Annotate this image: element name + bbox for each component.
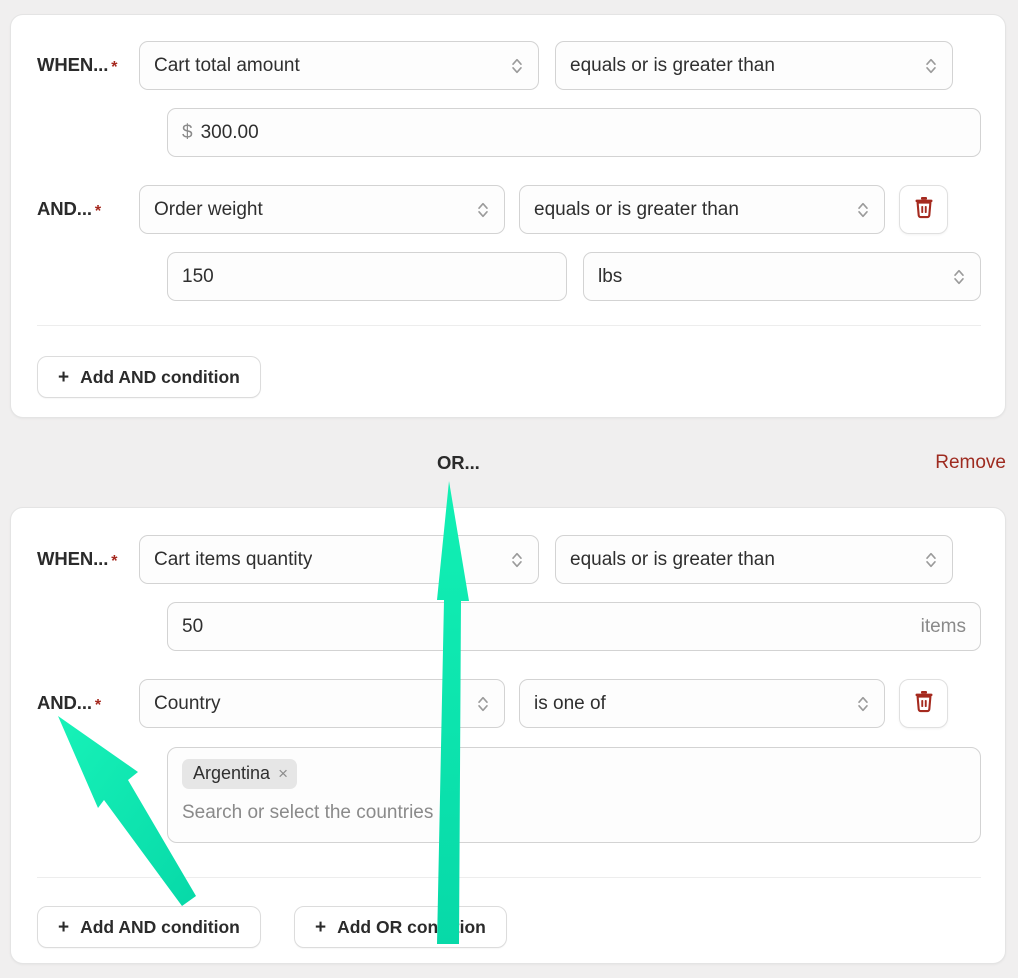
required-asterisk: *	[111, 553, 118, 570]
operator-select-1-when-value: equals or is greater than	[570, 54, 775, 76]
plus-icon: +	[315, 916, 327, 938]
add-and-condition-label-1: Add AND condition	[80, 366, 240, 387]
or-separator-row: OR... Remove	[0, 452, 1018, 482]
order-weight-value: 150	[182, 265, 214, 287]
when-row-2: WHEN... * Cart items quantity equals or i…	[11, 535, 1007, 584]
close-icon[interactable]: ×	[278, 765, 288, 782]
add-and-condition-button-1[interactable]: + Add AND condition	[37, 356, 261, 398]
required-asterisk: *	[94, 203, 102, 220]
operator-select-2-and[interactable]: is one of	[519, 679, 885, 728]
quantity-unit-suffix: items	[920, 615, 966, 637]
required-asterisk: *	[94, 697, 102, 714]
field-select-2-and-value: Country	[154, 692, 221, 714]
country-chip-label: Argentina	[193, 763, 271, 783]
remove-group-link[interactable]: Remove	[935, 452, 1006, 474]
weight-unit-value: lbs	[598, 265, 623, 287]
chevron-up-down-icon	[944, 266, 966, 288]
field-select-2-when-value: Cart items quantity	[154, 548, 313, 570]
field-select-1-and[interactable]: Order weight	[139, 185, 505, 234]
country-search-placeholder: Search or select the countries	[182, 802, 434, 823]
chevron-up-down-icon	[468, 693, 490, 715]
operator-select-2-and-value: is one of	[534, 692, 606, 714]
cart-items-quantity-input[interactable]: 50 items	[167, 602, 981, 651]
plus-icon: +	[58, 916, 70, 938]
when-label-2: WHEN... *	[37, 548, 118, 570]
add-and-condition-button-2[interactable]: + Add AND condition	[37, 906, 261, 948]
required-asterisk: *	[111, 59, 118, 76]
and-row-2: AND... * Country is one of	[11, 679, 1007, 728]
country-chip-argentina[interactable]: Argentina ×	[182, 759, 297, 789]
field-select-1-and-value: Order weight	[154, 198, 263, 220]
condition-builder-page: WHEN... * Cart total amount equals or is …	[0, 0, 1018, 978]
when-label-1: WHEN... *	[37, 54, 118, 76]
operator-select-1-and-value: equals or is greater than	[534, 198, 739, 220]
operator-select-2-when-value: equals or is greater than	[570, 548, 775, 570]
field-select-2-and[interactable]: Country	[139, 679, 505, 728]
chevron-up-down-icon	[468, 199, 490, 221]
field-select-1-when-value: Cart total amount	[154, 54, 300, 76]
condition-group-card-1: WHEN... * Cart total amount equals or is …	[10, 14, 1006, 418]
delete-condition-button-2[interactable]	[899, 679, 948, 728]
chevron-up-down-icon	[848, 199, 870, 221]
country-multiselect[interactable]: Argentina × Search or select the countri…	[167, 747, 981, 843]
or-label: OR...	[437, 452, 480, 473]
plus-icon: +	[58, 366, 70, 388]
add-or-condition-button[interactable]: + Add OR condition	[294, 906, 507, 948]
add-and-condition-label-2: Add AND condition	[80, 916, 240, 937]
card-2-divider	[37, 877, 981, 878]
chevron-up-down-icon	[502, 55, 524, 77]
field-select-1-when[interactable]: Cart total amount	[139, 41, 539, 90]
order-weight-input[interactable]: 150	[167, 252, 567, 301]
weight-unit-select[interactable]: lbs	[583, 252, 981, 301]
trash-icon	[913, 195, 935, 224]
field-select-2-when[interactable]: Cart items quantity	[139, 535, 539, 584]
cart-total-amount-input[interactable]: $ 300.00	[167, 108, 981, 157]
operator-select-1-when[interactable]: equals or is greater than	[555, 41, 953, 90]
trash-icon	[913, 689, 935, 718]
chevron-up-down-icon	[502, 549, 524, 571]
cart-items-quantity-value: 50	[182, 615, 204, 637]
and-row-1: AND... * Order weight equals or is greate…	[11, 185, 1007, 234]
card-1-divider	[37, 325, 981, 326]
cart-total-amount-value: 300.00	[200, 121, 259, 143]
operator-select-2-when[interactable]: equals or is greater than	[555, 535, 953, 584]
and-label-2: AND... *	[37, 692, 102, 714]
chevron-up-down-icon	[848, 693, 870, 715]
currency-prefix: $	[182, 121, 193, 143]
and-label-1: AND... *	[37, 198, 102, 220]
delete-condition-button-1[interactable]	[899, 185, 948, 234]
condition-group-card-2: WHEN... * Cart items quantity equals or i…	[10, 507, 1006, 964]
add-or-condition-label: Add OR condition	[337, 916, 486, 937]
chevron-up-down-icon	[916, 549, 938, 571]
when-row-1: WHEN... * Cart total amount equals or is …	[11, 41, 1007, 90]
operator-select-1-and[interactable]: equals or is greater than	[519, 185, 885, 234]
chevron-up-down-icon	[916, 55, 938, 77]
